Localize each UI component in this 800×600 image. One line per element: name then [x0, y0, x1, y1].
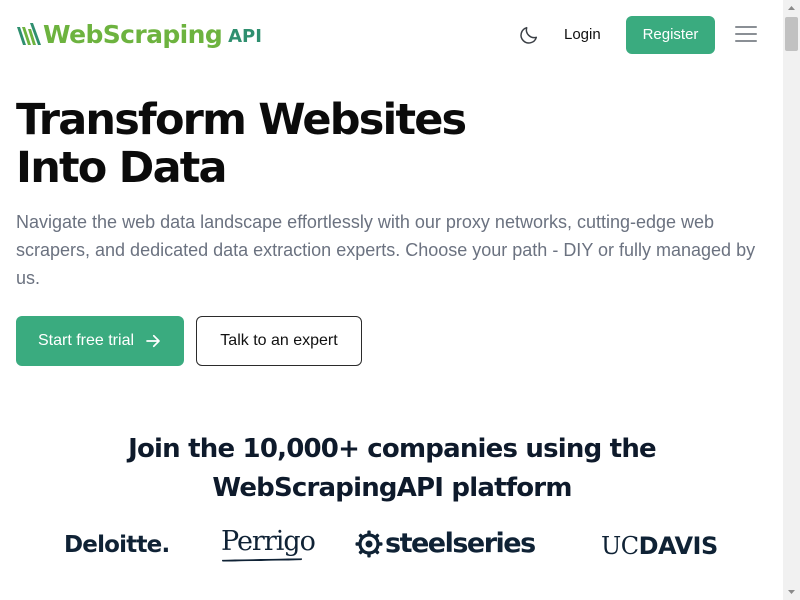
site-header: WebScraping API Login Register	[0, 0, 783, 70]
login-link[interactable]: Login	[556, 22, 609, 48]
ucdavis-logo: UC DAVIS	[601, 532, 718, 560]
ucdavis-uc: UC	[601, 532, 639, 560]
client-logos: Deloitte. Perrigo steelseries UC DAVIS	[0, 524, 783, 568]
page-scrollbar[interactable]	[783, 0, 800, 600]
register-button[interactable]: Register	[626, 16, 715, 54]
logo-api-text: API	[228, 25, 262, 47]
logo-text: WebScraping	[43, 19, 223, 49]
site-logo[interactable]: WebScraping API	[16, 14, 262, 54]
perrigo-swoosh	[221, 557, 303, 562]
hamburger-menu-icon[interactable]	[735, 25, 757, 43]
social-proof-heading-line-1: Join the 10,000+ companies using the	[128, 434, 657, 464]
social-proof-heading: Join the 10,000+ companies using the Web…	[90, 430, 694, 508]
hero-title-line-1: Transform Websites	[16, 95, 467, 145]
deloitte-logo: Deloitte.	[64, 532, 170, 558]
talk-to-expert-button[interactable]: Talk to an expert	[196, 316, 362, 366]
arrow-right-icon	[146, 334, 160, 348]
start-free-trial-label: Start free trial	[37, 332, 135, 349]
ucdavis-davis: DAVIS	[638, 532, 719, 560]
logo-mark-icon	[17, 23, 41, 45]
steelseries-logo: steelseries	[355, 528, 536, 559]
steelseries-wordmark: steelseries	[385, 528, 536, 559]
hero-title: Transform Websites Into Data	[16, 96, 616, 192]
scroll-up-arrow-icon[interactable]	[783, 0, 800, 17]
scrollbar-thumb[interactable]	[785, 17, 798, 51]
perrigo-logo: Perrigo	[221, 526, 316, 557]
moon-icon[interactable]	[518, 24, 540, 46]
start-free-trial-button[interactable]: Start free trial	[16, 316, 184, 366]
scroll-down-arrow-icon[interactable]	[783, 583, 800, 600]
hero-description: Navigate the web data landscape effortle…	[16, 212, 756, 288]
hero-title-line-2: Into Data	[16, 143, 228, 193]
social-proof-heading-line-2: WebScrapingAPI platform	[212, 473, 572, 503]
talk-to-expert-label: Talk to an expert	[220, 332, 338, 349]
steelseries-gear-icon	[355, 530, 383, 557]
